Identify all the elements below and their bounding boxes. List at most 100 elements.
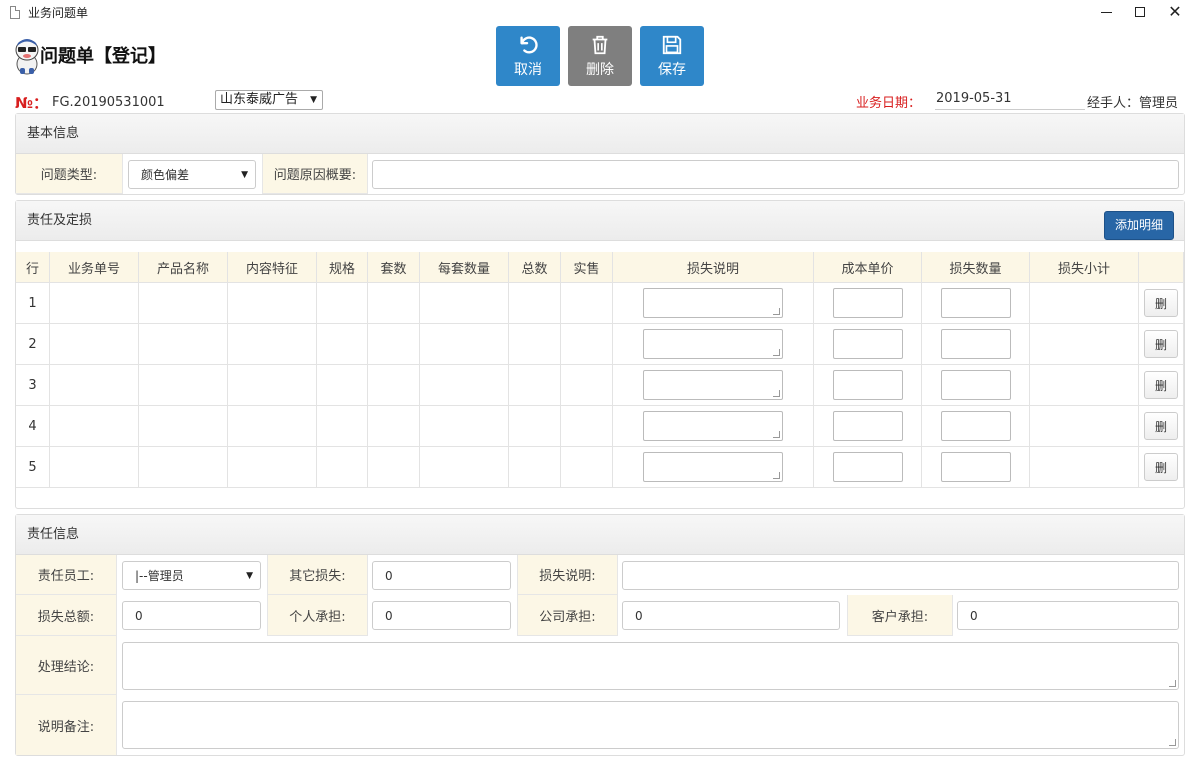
table-cell-col-sold	[561, 324, 613, 365]
handler-label: 经手人：管理员	[1087, 96, 1179, 111]
table-cell-col-total	[509, 406, 561, 447]
unit-cost-input[interactable]	[832, 411, 903, 441]
loss-description-textarea[interactable]	[643, 329, 783, 359]
table-cell-col-actions: 删	[1139, 324, 1184, 365]
table-cell-col-loss-qty	[922, 324, 1030, 365]
table-cell-col-unit-cost	[814, 365, 922, 406]
unit-cost-input[interactable]	[832, 452, 903, 482]
problem-reason-input[interactable]	[372, 160, 1179, 189]
table-cell-col-qty-per-set	[420, 447, 509, 488]
loss-qty-input[interactable]	[940, 370, 1011, 400]
table-cell-col-product	[139, 447, 228, 488]
table-header-col-total: 总数	[509, 252, 561, 283]
table-cell-col-loss-qty	[922, 406, 1030, 447]
table-cell-col-sold	[561, 365, 613, 406]
basic-info-title: 基本信息	[16, 114, 1184, 154]
table-cell-col-qty-per-set	[420, 283, 509, 324]
loss-description-input[interactable]	[622, 561, 1179, 590]
number-label: №：	[15, 94, 49, 112]
table-cell-col-row: 3	[16, 365, 50, 406]
table-cell-col-loss-desc	[613, 324, 814, 365]
unit-cost-input[interactable]	[832, 370, 903, 400]
loss-description-textarea[interactable]	[643, 411, 783, 441]
table-cell-col-sold	[561, 447, 613, 488]
loss-qty-input[interactable]	[940, 452, 1011, 482]
loss-description-textarea[interactable]	[643, 452, 783, 482]
row-delete-button[interactable]: 删	[1144, 453, 1178, 481]
table-header-col-content: 内容特征	[228, 252, 317, 283]
row-delete-button[interactable]: 删	[1144, 371, 1178, 399]
date-input[interactable]: 2019-05-31	[935, 90, 1085, 110]
table-cell-col-spec	[317, 365, 368, 406]
close-button[interactable]: ✕	[1152, 0, 1198, 24]
problem-reason-label: 问题原因概要:	[262, 154, 368, 194]
customer-share-input[interactable]: 0	[957, 601, 1179, 630]
table-cell-col-sets	[368, 324, 420, 365]
responsibility-panel: 责任信息 责任员工: |--管理员 ▼ 其它损失: 0 损失说明: 损失总额: …	[15, 514, 1185, 756]
company-select[interactable]: 山东泰威广告 ▼	[215, 90, 323, 110]
table-cell-col-content	[228, 283, 317, 324]
table-cell-col-loss-qty	[922, 365, 1030, 406]
page-title: 问题单【登记】	[40, 46, 166, 67]
problem-type-select[interactable]: 颜色偏差 ▼	[128, 160, 256, 189]
employee-select[interactable]: |--管理员 ▼	[122, 561, 261, 590]
undo-icon	[520, 35, 538, 53]
table-cell-col-row: 1	[16, 283, 50, 324]
table-cell-col-total	[509, 447, 561, 488]
remark-textarea[interactable]	[122, 701, 1179, 749]
table-cell-col-spec	[317, 406, 368, 447]
table-cell-col-loss-subtotal	[1030, 406, 1139, 447]
row-delete-button[interactable]: 删	[1144, 289, 1178, 317]
loss-qty-input[interactable]	[940, 329, 1011, 359]
loss-qty-input[interactable]	[940, 411, 1011, 441]
cancel-button[interactable]: 取消	[496, 26, 560, 86]
row-delete-button[interactable]: 删	[1144, 330, 1178, 358]
close-icon: ✕	[1168, 2, 1182, 21]
table-cell-col-loss-desc	[613, 406, 814, 447]
table-header-col-sold: 实售	[561, 252, 613, 283]
loss-description-textarea[interactable]	[643, 288, 783, 318]
loss-description-label: 损失说明:	[517, 555, 618, 595]
table-cell-col-product	[139, 365, 228, 406]
table-header-col-loss-qty: 损失数量	[922, 252, 1030, 283]
row-delete-button[interactable]: 删	[1144, 412, 1178, 440]
loss-description-textarea[interactable]	[643, 370, 783, 400]
table-cell-col-loss-subtotal	[1030, 283, 1139, 324]
unit-cost-input[interactable]	[832, 288, 903, 318]
table-cell-col-loss-subtotal	[1030, 324, 1139, 365]
table-cell-col-sets	[368, 365, 420, 406]
table-cell-col-unit-cost	[814, 283, 922, 324]
table-cell-col-total	[509, 324, 561, 365]
window-title: 业务问题单	[28, 5, 89, 20]
table-cell-col-total	[509, 365, 561, 406]
loss-qty-input[interactable]	[940, 288, 1011, 318]
other-loss-input[interactable]: 0	[372, 561, 511, 590]
customer-share-label: 客户承担:	[847, 595, 953, 636]
table-cell-col-content	[228, 406, 317, 447]
table-cell-col-actions: 删	[1139, 283, 1184, 324]
personal-share-input[interactable]: 0	[372, 601, 511, 630]
delete-button[interactable]: 删除	[568, 26, 632, 86]
company-select-value: 山东泰威广告	[220, 92, 299, 107]
conclusion-label: 处理结论:	[16, 636, 117, 695]
table-header-col-actions	[1139, 252, 1184, 283]
unit-cost-input[interactable]	[832, 329, 903, 359]
conclusion-textarea[interactable]	[122, 642, 1179, 690]
table-cell-col-sold	[561, 406, 613, 447]
add-detail-button[interactable]: 添加明细	[1104, 211, 1174, 240]
table-cell-col-actions: 删	[1139, 447, 1184, 488]
dropdown-arrow-icon: ▼	[241, 169, 248, 180]
table-header-col-unit-cost: 成本单价	[814, 252, 922, 283]
table-cell-col-loss-qty	[922, 447, 1030, 488]
total-loss-label: 损失总额:	[16, 595, 117, 636]
table-cell-col-content	[228, 365, 317, 406]
liability-title: 责任及定损 添加明细	[16, 201, 1184, 241]
trash-icon	[592, 35, 608, 54]
table-cell-col-sets	[368, 447, 420, 488]
company-share-input[interactable]: 0	[622, 601, 840, 630]
table-cell-col-unit-cost	[814, 447, 922, 488]
save-button[interactable]: 保存	[640, 26, 704, 86]
total-loss-input[interactable]: 0	[122, 601, 261, 630]
table-cell-col-unit-cost	[814, 324, 922, 365]
save-label: 保存	[658, 61, 686, 78]
